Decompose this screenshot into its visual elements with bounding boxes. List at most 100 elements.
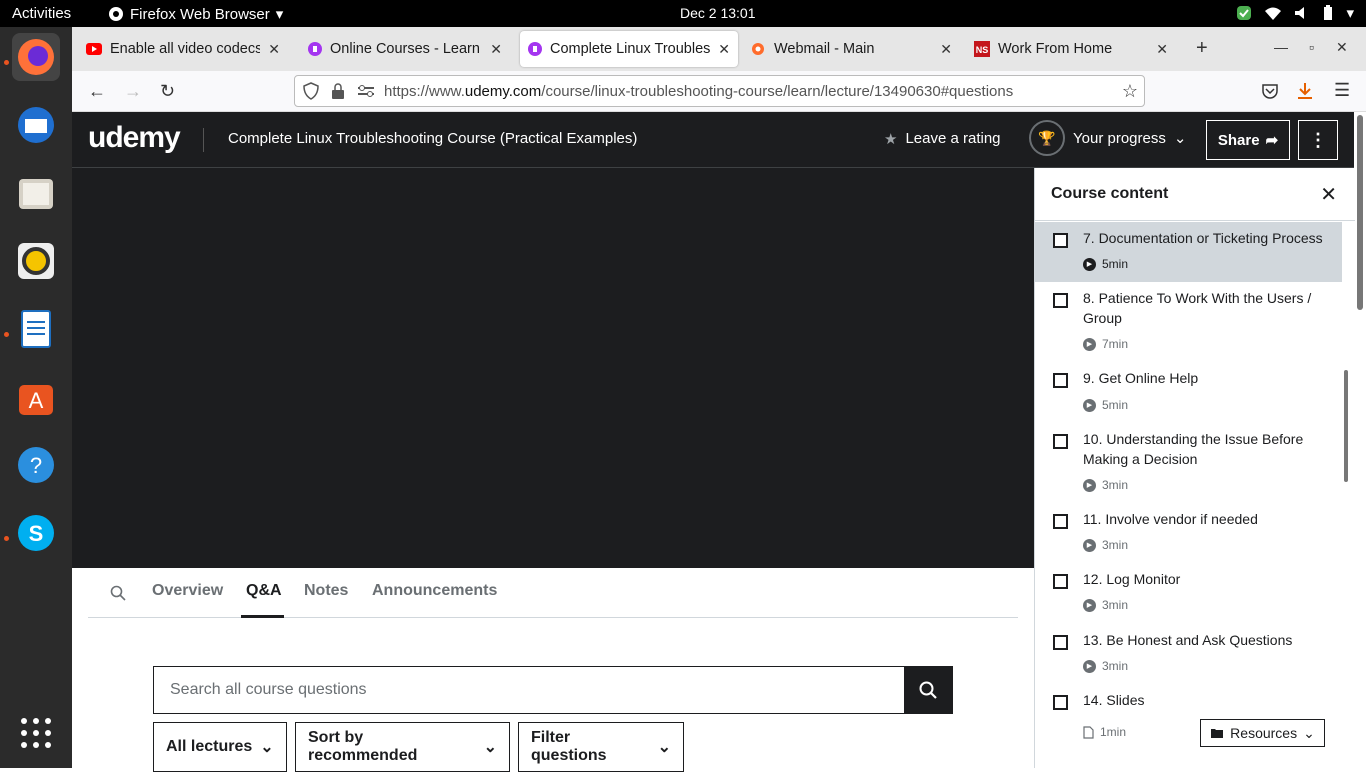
lecture-title: 9. Get Online Help xyxy=(1083,370,1199,386)
close-window-button[interactable]: ✕ xyxy=(1336,39,1348,56)
lecture-checkbox[interactable] xyxy=(1053,293,1068,308)
minimize-button[interactable]: — xyxy=(1274,39,1288,55)
lecture-item[interactable]: 7. Documentation or Ticketing Process ▶ 5… xyxy=(1035,222,1342,282)
lecture-checkbox[interactable] xyxy=(1053,233,1068,248)
tab-notes[interactable]: Notes xyxy=(304,582,348,600)
lecture-item[interactable]: 8. Patience To Work With the Users / Gro… xyxy=(1035,282,1342,362)
lecture-checkbox[interactable] xyxy=(1053,574,1068,589)
lecture-checkbox[interactable] xyxy=(1053,514,1068,529)
lecture-item[interactable]: 11. Involve vendor if needed ▶ 3min xyxy=(1035,503,1342,563)
chevron-down-icon: ⌄ xyxy=(483,739,497,756)
speaker-icon xyxy=(18,243,54,279)
close-tab-icon[interactable]: ✕ xyxy=(718,41,730,58)
help-launcher[interactable]: ? xyxy=(12,441,60,489)
url-bar[interactable]: https://www.udemy.com/course/linux-troub… xyxy=(294,75,1145,107)
system-tray[interactable]: ▾ xyxy=(1236,4,1354,22)
your-progress-button[interactable]: 🏆 Your progress ⌄ xyxy=(1029,120,1186,156)
lecture-item[interactable]: 10. Understanding the Issue Before Makin… xyxy=(1035,423,1342,503)
reload-button[interactable]: ↻ xyxy=(160,81,175,102)
app-center-launcher[interactable]: A xyxy=(12,373,60,421)
play-icon: ▶ xyxy=(1083,337,1096,351)
skype-launcher[interactable]: S xyxy=(12,509,60,557)
panel-scrollbar[interactable] xyxy=(1344,370,1348,482)
lecture-item[interactable]: 9. Get Online Help ▶ 5min xyxy=(1035,362,1342,423)
panel-title: Course content xyxy=(1051,185,1169,202)
thunderbird-launcher[interactable] xyxy=(12,101,60,149)
app-menu[interactable]: Firefox Web Browser ▾ xyxy=(108,5,283,23)
url-text: https://www.udemy.com/course/linux-troub… xyxy=(384,82,1014,100)
close-tab-icon[interactable]: ✕ xyxy=(490,41,502,58)
battery-icon xyxy=(1324,5,1333,20)
activities-button[interactable]: Activities xyxy=(12,5,71,22)
rhythmbox-launcher[interactable] xyxy=(12,237,60,285)
svg-text:S: S xyxy=(29,521,44,546)
all-lectures-dropdown[interactable]: All lectures ⌄ xyxy=(153,722,287,772)
close-tab-icon[interactable]: ✕ xyxy=(1156,41,1168,58)
tab-announcements[interactable]: Announcements xyxy=(372,582,497,600)
cpanel-icon xyxy=(752,43,764,55)
tab-title: Complete Linux Troubleshoo xyxy=(550,41,711,57)
running-indicator xyxy=(4,60,9,65)
qa-search-input[interactable]: Search all course questions xyxy=(154,667,904,713)
close-panel-icon[interactable]: ✕ xyxy=(1320,182,1337,207)
chevron-down-icon: ⌄ xyxy=(657,739,671,756)
browser-tab[interactable]: NS Work From Home ✕ xyxy=(966,31,1176,67)
bookmark-star-icon[interactable]: ☆ xyxy=(1122,81,1138,102)
resources-dropdown[interactable]: Resources ⌄ xyxy=(1200,719,1325,747)
youtube-icon xyxy=(86,43,102,55)
menu-icon[interactable]: ☰ xyxy=(1334,80,1350,101)
pocket-icon[interactable] xyxy=(1262,83,1278,99)
search-icon[interactable] xyxy=(110,585,126,601)
close-tab-icon[interactable]: ✕ xyxy=(940,41,952,58)
share-button[interactable]: Share ➦ xyxy=(1206,120,1290,160)
lecture-item[interactable]: 13. Be Honest and Ask Questions ▶ 3min xyxy=(1035,624,1342,684)
browser-tab-strip: Enable all video codecs o ✕ Online Cours… xyxy=(72,27,1366,71)
course-title[interactable]: Complete Linux Troubleshooting Course (P… xyxy=(228,130,637,147)
dropdown-label: Filter questions xyxy=(531,729,607,764)
download-icon[interactable] xyxy=(1297,82,1313,100)
lecture-title: 11. Involve vendor if needed xyxy=(1083,511,1258,527)
svg-text:A: A xyxy=(29,388,44,413)
leave-rating-label: Leave a rating xyxy=(905,130,1001,147)
page-scrollbar[interactable] xyxy=(1357,115,1363,310)
svg-text:?: ? xyxy=(30,453,42,478)
divider xyxy=(203,128,204,152)
browser-tab[interactable]: Online Courses - Learn An ✕ xyxy=(300,31,510,67)
firefox-icon xyxy=(18,39,54,75)
browser-tab[interactable]: Webmail - Main ✕ xyxy=(742,31,960,67)
back-button[interactable]: ← xyxy=(88,81,106,102)
qa-search-button[interactable] xyxy=(904,667,952,713)
ns-icon: NS xyxy=(974,41,990,57)
close-tab-icon[interactable]: ✕ xyxy=(268,41,280,58)
lecture-duration: 1min xyxy=(1083,725,1126,739)
udemy-icon xyxy=(528,42,542,56)
lecture-checkbox[interactable] xyxy=(1053,373,1068,388)
tracking-shield-icon xyxy=(303,82,319,100)
more-options-button[interactable]: ⋮ xyxy=(1298,120,1338,160)
lecture-title: 12. Log Monitor xyxy=(1083,571,1181,587)
show-apps-button[interactable] xyxy=(12,709,60,757)
lecture-checkbox[interactable] xyxy=(1053,695,1068,710)
new-tab-button[interactable]: + xyxy=(1196,37,1208,60)
firefox-launcher[interactable] xyxy=(12,33,60,81)
running-indicator xyxy=(4,536,9,541)
lecture-checkbox[interactable] xyxy=(1053,434,1068,449)
lecture-item[interactable]: 12. Log Monitor ▶ 3min xyxy=(1035,563,1342,624)
tab-overview[interactable]: Overview xyxy=(152,582,223,600)
forward-button[interactable]: → xyxy=(124,81,142,102)
browser-tab-active[interactable]: Complete Linux Troubleshoo ✕ xyxy=(520,31,738,67)
browser-tab[interactable]: Enable all video codecs o ✕ xyxy=(78,31,288,67)
tab-qa[interactable]: Q&A xyxy=(246,582,282,600)
filter-questions-dropdown[interactable]: Filter questions ⌄ xyxy=(518,722,684,772)
files-launcher[interactable] xyxy=(12,169,60,217)
shopping-bag-icon: A xyxy=(19,385,53,415)
lecture-checkbox[interactable] xyxy=(1053,635,1068,650)
play-icon: ▶ xyxy=(1083,538,1096,552)
sort-dropdown[interactable]: Sort by recommended ⌄ xyxy=(295,722,510,772)
writer-launcher[interactable] xyxy=(12,305,60,353)
clock[interactable]: Dec 2 13:01 xyxy=(680,5,756,21)
udemy-logo[interactable]: udemy xyxy=(88,121,181,155)
leave-rating-button[interactable]: ★ Leave a rating xyxy=(884,130,1001,148)
maximize-button[interactable]: ▫ xyxy=(1309,39,1314,55)
video-player[interactable] xyxy=(72,168,1034,568)
